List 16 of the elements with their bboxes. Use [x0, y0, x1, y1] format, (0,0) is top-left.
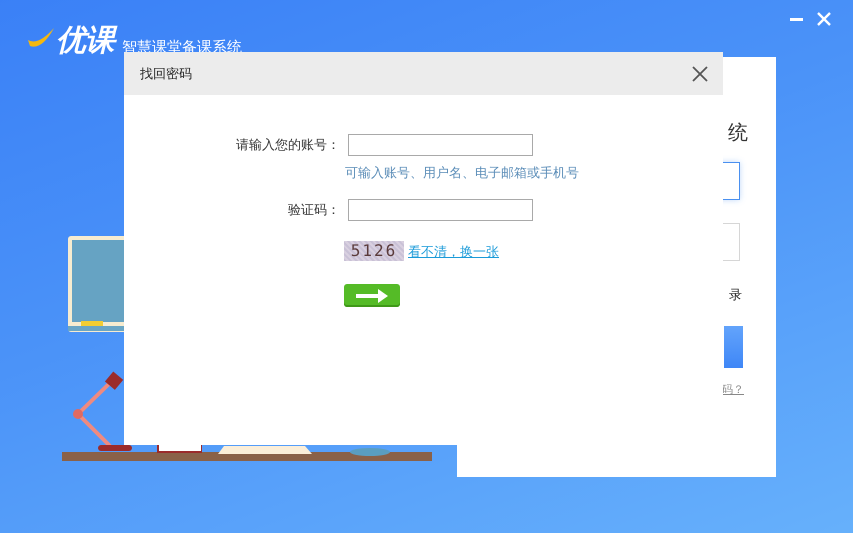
- close-icon[interactable]: [817, 12, 831, 26]
- login-title: 统: [728, 119, 748, 145]
- captcha-field[interactable]: [348, 199, 533, 221]
- captcha-label: 验证码：: [287, 202, 340, 219]
- refresh-captcha-link[interactable]: 看不清，换一张: [408, 243, 499, 261]
- forgot-password-link[interactable]: 码？: [722, 382, 744, 397]
- account-field[interactable]: [348, 134, 533, 156]
- dialog-title: 找回密码: [140, 66, 192, 82]
- remember-label: 录: [729, 287, 742, 304]
- minimize-icon[interactable]: [790, 18, 803, 20]
- next-button[interactable]: [344, 284, 400, 307]
- account-hint: 可输入账号、用户名、电子邮箱或手机号: [345, 165, 580, 182]
- account-label: 请输入您的账号：: [235, 137, 340, 154]
- captcha-image: 5126: [344, 241, 404, 261]
- arrow-right-icon: [356, 288, 388, 302]
- close-button[interactable]: [691, 64, 709, 82]
